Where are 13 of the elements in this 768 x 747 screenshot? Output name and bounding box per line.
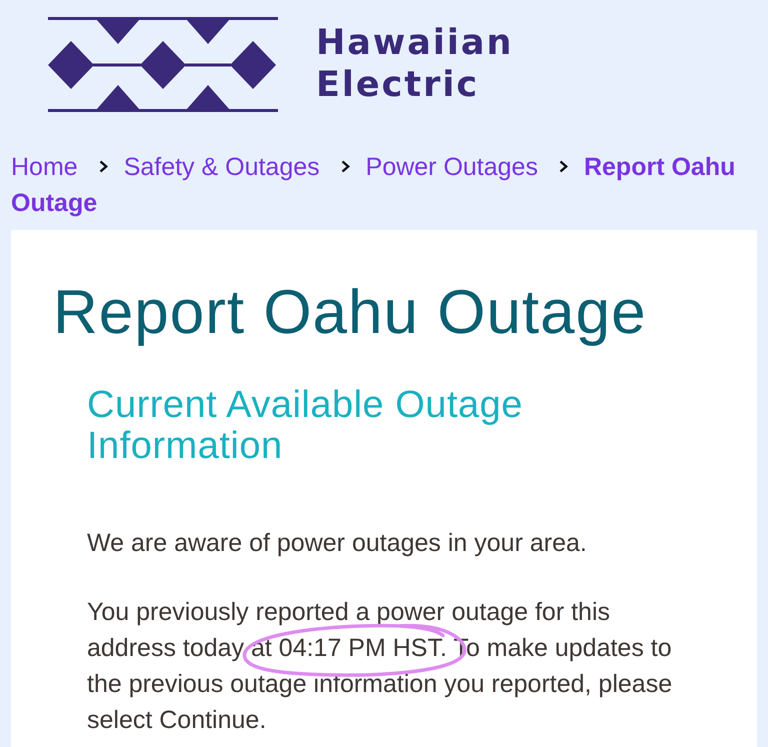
logo-text: Hawaiian Electric [316, 22, 514, 106]
chevron-right-icon [558, 160, 568, 173]
chevron-right-icon [340, 160, 350, 173]
breadcrumb-link[interactable]: Home [11, 153, 78, 181]
body-paragraph: We are aware of power outages in your area. [87, 528, 588, 559]
chevron-right-icon [98, 160, 108, 173]
breadcrumb-current-page: Report Oahu [584, 153, 736, 181]
section-heading: Current Available Outage Information [87, 385, 524, 467]
breadcrumb-link[interactable]: Power Outages [366, 153, 538, 181]
diamond-logo-icon [48, 17, 278, 112]
breadcrumb-link[interactable]: Safety & Outages [124, 153, 320, 181]
breadcrumb-current-page: Outage [11, 189, 98, 217]
page-title: Report Oahu Outage [53, 277, 648, 349]
